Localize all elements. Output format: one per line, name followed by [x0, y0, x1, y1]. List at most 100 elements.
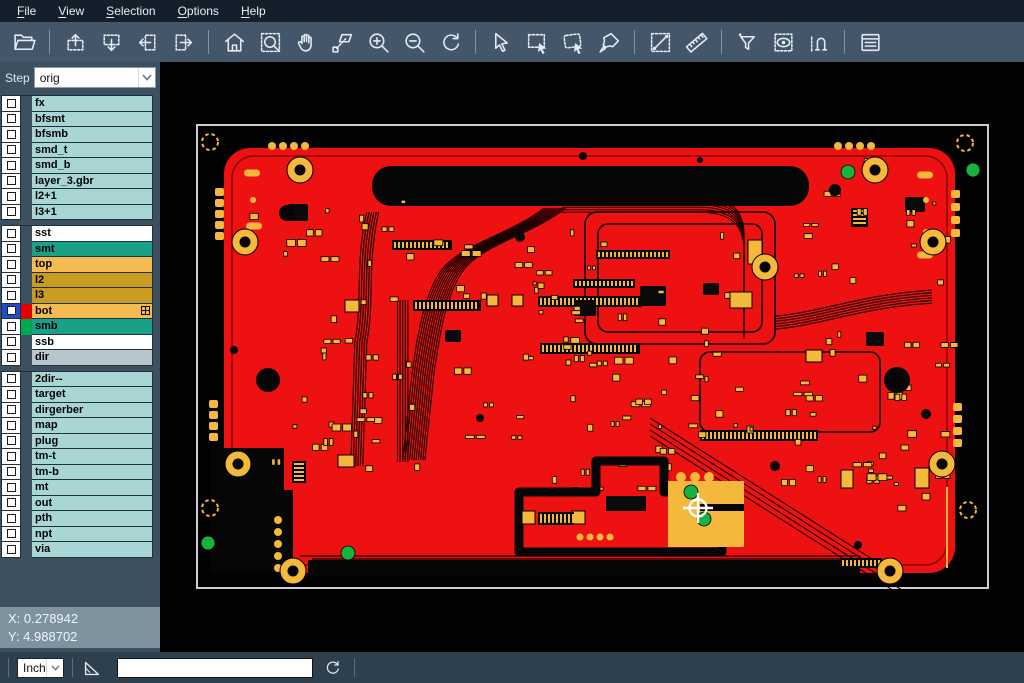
layer-checkbox[interactable] — [1, 449, 21, 465]
layer-row-l3+1[interactable]: l3+1 — [1, 205, 153, 221]
layer-list: fxbfsmtbfsmbsmd_tsmd_blayer_3.gbrl2+1l3+… — [1, 95, 153, 563]
layer-checkbox[interactable] — [1, 434, 21, 450]
layer-row-bfsmb[interactable]: bfsmb — [1, 127, 153, 143]
grid-icon[interactable] — [141, 306, 150, 315]
checkbox-box — [7, 291, 16, 300]
layer-checkbox[interactable] — [1, 465, 21, 481]
layer-checkbox[interactable] — [1, 335, 21, 351]
layer-checkbox[interactable] — [1, 319, 21, 335]
log-panel-icon[interactable] — [855, 27, 885, 57]
layer-row-sst[interactable]: sst — [1, 226, 153, 242]
layer-row-via[interactable]: via — [1, 542, 153, 558]
layer-row-ssb[interactable]: ssb — [1, 335, 153, 351]
layer-row-l3[interactable]: l3 — [1, 288, 153, 304]
layer-checkbox[interactable] — [1, 273, 21, 289]
layer-row-plug[interactable]: plug — [1, 434, 153, 450]
checkbox-box — [7, 498, 16, 507]
unit-value: Inch — [18, 661, 46, 675]
layer-checkbox[interactable] — [1, 226, 21, 242]
layer-checkbox[interactable] — [1, 112, 21, 128]
layer-checkbox[interactable] — [1, 418, 21, 434]
layer-checkbox[interactable] — [1, 387, 21, 403]
command-input[interactable] — [117, 658, 313, 678]
layer-row-l2[interactable]: l2 — [1, 273, 153, 289]
menu-bar: FileViewSelectionOptionsHelp — [0, 0, 1024, 22]
toolbar-divider — [475, 30, 476, 54]
pcb-canvas[interactable] — [160, 62, 1024, 652]
home-view-icon[interactable] — [219, 27, 249, 57]
shift-right-icon[interactable] — [168, 27, 198, 57]
ruler-icon[interactable] — [681, 27, 711, 57]
layer-row-fx[interactable]: fx — [1, 96, 153, 112]
layer-checkbox[interactable] — [1, 205, 21, 221]
layer-label: ssb — [32, 335, 153, 351]
select-group-icon[interactable] — [558, 27, 588, 57]
menu-item-options[interactable]: Options — [167, 1, 230, 21]
layer-checkbox[interactable] — [1, 189, 21, 205]
layer-row-target[interactable]: target — [1, 387, 153, 403]
layer-row-out[interactable]: out — [1, 496, 153, 512]
layer-row-2dir--[interactable]: 2dir-- — [1, 372, 153, 388]
layer-row-layer_3.gbr[interactable]: layer_3.gbr — [1, 174, 153, 190]
layer-checkbox[interactable] — [1, 304, 21, 320]
layer-row-top[interactable]: top — [1, 257, 153, 273]
layer-checkbox[interactable] — [1, 527, 21, 543]
layer-checkbox[interactable] — [1, 403, 21, 419]
layer-checkbox[interactable] — [1, 158, 21, 174]
pan-hand-icon[interactable] — [291, 27, 321, 57]
filter-funnel-icon[interactable] — [732, 27, 762, 57]
zoom-in-icon[interactable] — [363, 27, 393, 57]
zoom-window-icon[interactable] — [255, 27, 285, 57]
layer-checkbox[interactable] — [1, 127, 21, 143]
layer-row-npt[interactable]: npt — [1, 527, 153, 543]
layer-row-pth[interactable]: pth — [1, 511, 153, 527]
layer-checkbox[interactable] — [1, 288, 21, 304]
view-eye-icon[interactable] — [768, 27, 798, 57]
select-window-icon[interactable] — [522, 27, 552, 57]
wipe-brush-icon[interactable] — [594, 27, 624, 57]
shift-left-icon[interactable] — [132, 27, 162, 57]
layer-label: bfsmb — [32, 127, 153, 143]
measure-line-icon[interactable] — [645, 27, 675, 57]
layer-checkbox[interactable] — [1, 511, 21, 527]
layer-row-bfsmt[interactable]: bfsmt — [1, 112, 153, 128]
menu-item-file[interactable]: File — [6, 1, 47, 21]
zoom-out-icon[interactable] — [399, 27, 429, 57]
layer-checkbox[interactable] — [1, 496, 21, 512]
menu-item-selection[interactable]: Selection — [95, 1, 166, 21]
layer-row-smb[interactable]: smb — [1, 319, 153, 335]
layer-row-smd_b[interactable]: smd_b — [1, 158, 153, 174]
menu-item-help[interactable]: Help — [230, 1, 277, 21]
layer-row-map[interactable]: map — [1, 418, 153, 434]
layer-row-dir[interactable]: dir — [1, 350, 153, 366]
layer-row-mt[interactable]: mt — [1, 480, 153, 496]
layer-checkbox[interactable] — [1, 480, 21, 496]
corner-measure-icon[interactable] — [81, 657, 103, 679]
layer-checkbox[interactable] — [1, 350, 21, 366]
unit-dropdown[interactable]: Inch — [17, 658, 64, 678]
layer-row-bot[interactable]: bot — [1, 304, 153, 320]
shift-up-icon[interactable] — [60, 27, 90, 57]
layer-checkbox[interactable] — [1, 242, 21, 258]
shift-down-icon[interactable] — [96, 27, 126, 57]
layer-checkbox[interactable] — [1, 372, 21, 388]
menu-item-view[interactable]: View — [47, 1, 95, 21]
layer-row-smd_t[interactable]: smd_t — [1, 143, 153, 159]
select-arrow-icon[interactable] — [486, 27, 516, 57]
zoom-dynamic-icon[interactable] — [327, 27, 357, 57]
open-file-icon[interactable] — [9, 27, 39, 57]
step-dropdown[interactable]: orig — [34, 67, 156, 88]
layer-row-tm-b[interactable]: tm-b — [1, 465, 153, 481]
layer-row-tm-t[interactable]: tm-t — [1, 449, 153, 465]
zoom-previous-icon[interactable] — [435, 27, 465, 57]
refresh-icon[interactable] — [323, 658, 342, 677]
layer-row-smt[interactable]: smt — [1, 242, 153, 258]
layer-checkbox[interactable] — [1, 143, 21, 159]
layer-checkbox[interactable] — [1, 174, 21, 190]
layer-checkbox[interactable] — [1, 257, 21, 273]
layer-row-l2+1[interactable]: l2+1 — [1, 189, 153, 205]
snap-magnet-icon[interactable] — [804, 27, 834, 57]
layer-row-dirgerber[interactable]: dirgerber — [1, 403, 153, 419]
layer-checkbox[interactable] — [1, 96, 21, 112]
layer-checkbox[interactable] — [1, 542, 21, 558]
